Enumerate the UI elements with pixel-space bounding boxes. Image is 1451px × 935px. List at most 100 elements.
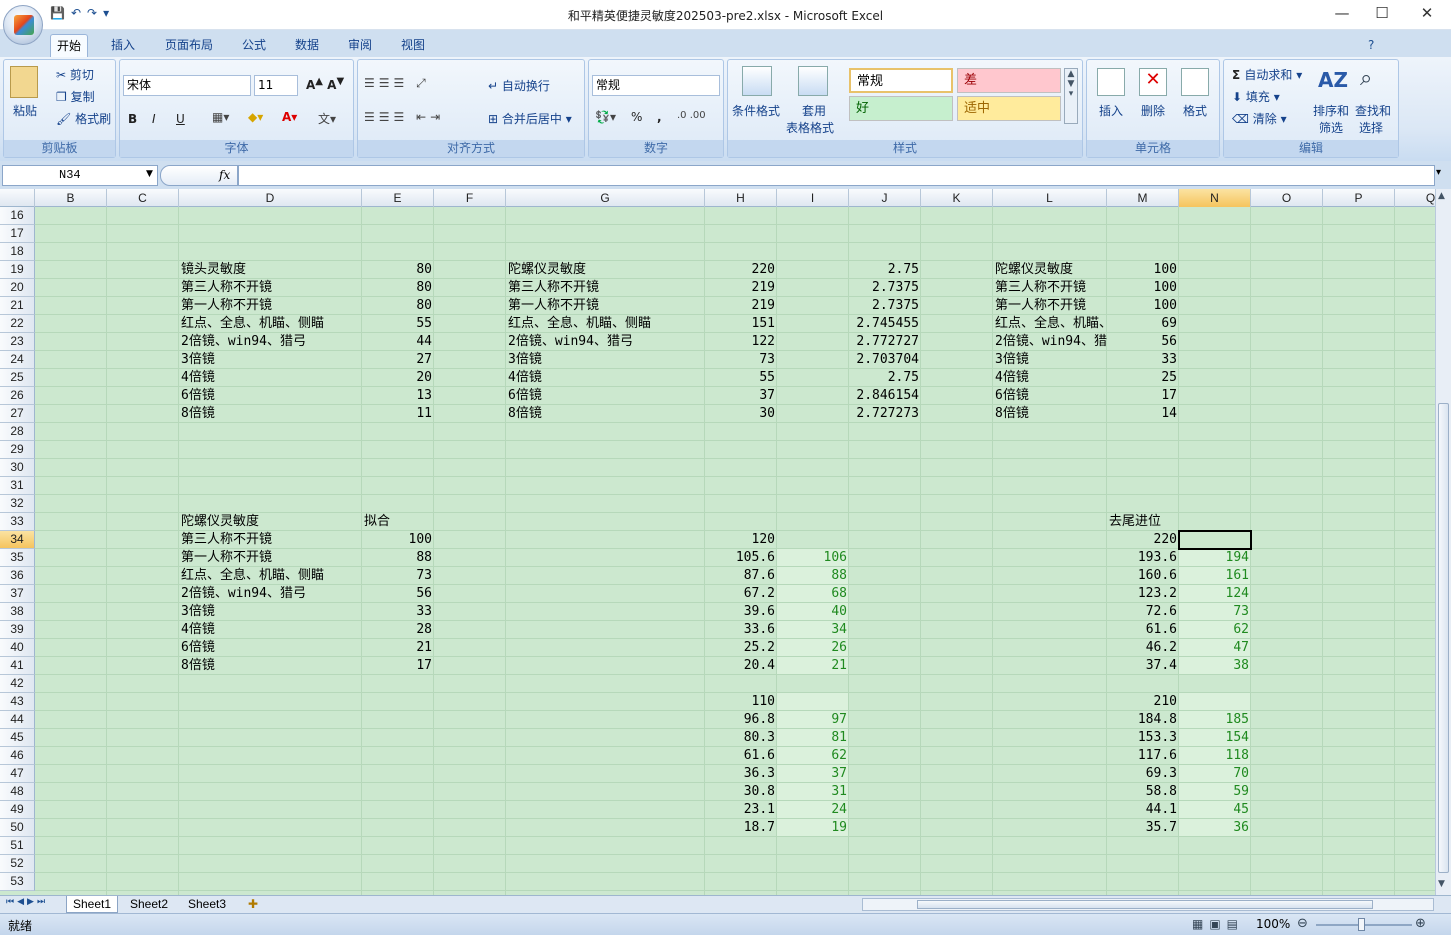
cell-d38[interactable]: 3倍镜 — [179, 603, 362, 621]
help-icon[interactable]: ? — [1362, 34, 1380, 57]
cell-m47[interactable]: 69.3 — [1107, 765, 1179, 783]
grow-font-button[interactable]: A▲ A▼ — [306, 76, 344, 92]
sheet-nav-icons[interactable]: ⏮◀▶⏭ — [6, 897, 48, 907]
cell-n39[interactable]: 62 — [1179, 621, 1251, 639]
style-good[interactable]: 好 — [849, 96, 953, 121]
number-format-select[interactable]: 常规 — [592, 75, 720, 96]
wrap-text-button[interactable]: ↵ 自动换行 — [488, 77, 550, 94]
cell-g25[interactable]: 4倍镜 — [506, 369, 705, 387]
cell-l25[interactable]: 4倍镜 — [993, 369, 1107, 387]
column-header-q[interactable]: Q — [1395, 189, 1435, 207]
cell-e41[interactable]: 17 — [362, 657, 434, 675]
cell-i47[interactable]: 37 — [777, 765, 849, 783]
italic-button[interactable]: I — [152, 112, 156, 126]
row-header-31[interactable]: 31 — [0, 477, 35, 495]
cell-e36[interactable]: 73 — [362, 567, 434, 585]
row-header-20[interactable]: 20 — [0, 279, 35, 297]
cell-d19[interactable]: 镜头灵敏度 — [179, 261, 362, 279]
tab-view[interactable]: 视图 — [395, 34, 431, 57]
cell-h38[interactable]: 39.6 — [705, 603, 777, 621]
row-header-46[interactable]: 46 — [0, 747, 35, 765]
cell-m44[interactable]: 184.8 — [1107, 711, 1179, 729]
format-painter-button[interactable]: 🖌 格式刷 — [56, 110, 111, 127]
cell-d23[interactable]: 2倍镜、win94、猎弓 — [179, 333, 362, 351]
percent-button[interactable]: % — [631, 110, 642, 124]
column-header-c[interactable]: C — [107, 189, 179, 207]
cell-e33[interactable]: 拟合 — [362, 513, 434, 531]
cell-h22[interactable]: 151 — [705, 315, 777, 333]
bold-button[interactable]: B — [128, 112, 137, 126]
view-mode-icons[interactable]: ▦▣▤ — [1192, 917, 1244, 931]
cell-m50[interactable]: 35.7 — [1107, 819, 1179, 837]
cell-m23[interactable]: 56 — [1107, 333, 1179, 351]
row-header-36[interactable]: 36 — [0, 567, 35, 585]
name-box[interactable]: N34 — [2, 165, 158, 186]
cell-i37[interactable]: 68 — [777, 585, 849, 603]
cell-d40[interactable]: 6倍镜 — [179, 639, 362, 657]
cell-n40[interactable]: 47 — [1179, 639, 1251, 657]
zoom-slider-thumb[interactable] — [1358, 918, 1365, 931]
cell-l26[interactable]: 6倍镜 — [993, 387, 1107, 405]
zoom-out-icon[interactable]: ⊖ — [1297, 916, 1308, 931]
insert-cells-button[interactable]: 插入 — [1099, 102, 1123, 119]
paste-icon[interactable] — [10, 66, 38, 98]
cell-h48[interactable]: 30.8 — [705, 783, 777, 801]
cell-h39[interactable]: 33.6 — [705, 621, 777, 639]
style-normal[interactable]: 常规 — [849, 68, 953, 93]
table-format-button-line1[interactable]: 套用 — [802, 102, 826, 119]
cell-e34[interactable]: 100 — [362, 531, 434, 549]
tab-home[interactable]: 开始 — [50, 34, 89, 57]
cell-i35[interactable]: 106 — [777, 549, 849, 567]
column-header-n[interactable]: N — [1179, 189, 1251, 207]
cell-i41[interactable]: 21 — [777, 657, 849, 675]
merge-center-button[interactable]: ⊞ 合并后居中 ▾ — [488, 110, 572, 127]
cell-d39[interactable]: 4倍镜 — [179, 621, 362, 639]
cell-e24[interactable]: 27 — [362, 351, 434, 369]
row-header-45[interactable]: 45 — [0, 729, 35, 747]
column-header-p[interactable]: P — [1323, 189, 1395, 207]
cell-h35[interactable]: 105.6 — [705, 549, 777, 567]
cell-i36[interactable]: 88 — [777, 567, 849, 585]
insert-sheet-icon[interactable]: ✚ — [242, 896, 264, 913]
cell-i39[interactable]: 34 — [777, 621, 849, 639]
row-header-37[interactable]: 37 — [0, 585, 35, 603]
row-header-25[interactable]: 25 — [0, 369, 35, 387]
cell-g19[interactable]: 陀螺仪灵敏度 — [506, 261, 705, 279]
minimize-button[interactable]: — — [1327, 4, 1357, 22]
cell-h25[interactable]: 55 — [705, 369, 777, 387]
cell-j23[interactable]: 2.772727 — [849, 333, 921, 351]
font-size-select[interactable]: 11 — [254, 75, 298, 96]
cell-j21[interactable]: 2.7375 — [849, 297, 921, 315]
row-header-26[interactable]: 26 — [0, 387, 35, 405]
row-header-38[interactable]: 38 — [0, 603, 35, 621]
office-button[interactable] — [3, 5, 43, 45]
column-header-i[interactable]: I — [777, 189, 849, 207]
cell-d20[interactable]: 第三人称不开镜 — [179, 279, 362, 297]
scroll-down-icon[interactable]: ▼ — [1438, 879, 1445, 889]
borders-icon[interactable]: ▦▾ — [212, 110, 229, 124]
column-header-k[interactable]: K — [921, 189, 993, 207]
row-header-51[interactable]: 51 — [0, 837, 35, 855]
cell-n36[interactable]: 161 — [1179, 567, 1251, 585]
cell-e23[interactable]: 44 — [362, 333, 434, 351]
style-bad[interactable]: 差 — [957, 68, 1061, 93]
row-header-39[interactable]: 39 — [0, 621, 35, 639]
cell-m33[interactable]: 去尾进位 — [1107, 513, 1179, 531]
zoom-level[interactable]: 100% — [1256, 917, 1290, 931]
column-header-g[interactable]: G — [506, 189, 705, 207]
cell-d34[interactable]: 第三人称不开镜 — [179, 531, 362, 549]
currency-icon[interactable]: 💱▾ — [595, 110, 616, 124]
cell-m24[interactable]: 33 — [1107, 351, 1179, 369]
cell-h41[interactable]: 20.4 — [705, 657, 777, 675]
cell-d22[interactable]: 红点、全息、机瞄、侧瞄 — [179, 315, 362, 333]
formula-input[interactable] — [238, 165, 1435, 186]
cell-i46[interactable]: 62 — [777, 747, 849, 765]
cell-n44[interactable]: 185 — [1179, 711, 1251, 729]
cell-i45[interactable]: 81 — [777, 729, 849, 747]
cell-n46[interactable]: 118 — [1179, 747, 1251, 765]
delete-cells-button[interactable]: 删除 — [1141, 102, 1165, 119]
horizontal-scrollbar[interactable] — [862, 898, 1434, 911]
cell-e19[interactable]: 80 — [362, 261, 434, 279]
cell-e22[interactable]: 55 — [362, 315, 434, 333]
cell-m21[interactable]: 100 — [1107, 297, 1179, 315]
